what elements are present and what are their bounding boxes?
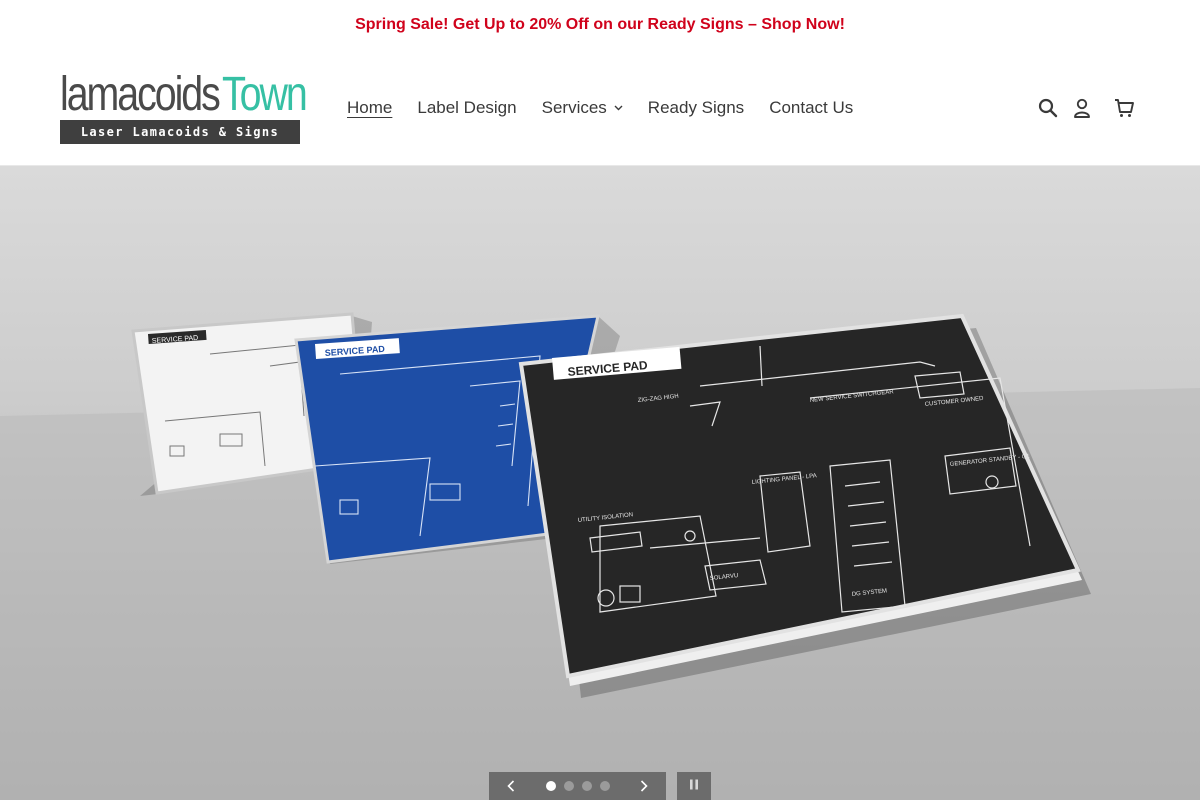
- nav-label-design[interactable]: Label Design: [417, 96, 516, 120]
- nav-contact-us[interactable]: Contact Us: [769, 96, 853, 120]
- nav-services-label: Services: [541, 98, 607, 117]
- hero-slideshow: SERVICE PAD SERVICE PAD SERVICE PAD ZIG-…: [0, 166, 1200, 800]
- slider-dot-3[interactable]: [581, 781, 592, 791]
- nav-services[interactable]: Services: [542, 96, 623, 120]
- slider-dot-1[interactable]: [545, 781, 556, 791]
- nav-home[interactable]: Home: [347, 96, 392, 120]
- slider-dots: [545, 781, 610, 791]
- hero-image: SERVICE PAD SERVICE PAD SERVICE PAD ZIG-…: [0, 166, 1200, 800]
- cart-icon[interactable]: [1113, 96, 1135, 120]
- slider-dot-2[interactable]: [563, 781, 574, 791]
- logo-tagline: Laser Lamacoids & Signs: [60, 120, 300, 144]
- logo-word-town: Town: [221, 68, 308, 121]
- chevron-left-icon[interactable]: [503, 778, 519, 794]
- logo-wordmark: lamacoids Town: [60, 68, 324, 121]
- logo-word-lamacoids: lamacoids: [60, 68, 221, 121]
- announcement-bar[interactable]: Spring Sale! Get Up to 20% Off on our Re…: [0, 0, 1200, 50]
- slider-dot-4[interactable]: [599, 781, 610, 791]
- chevron-right-icon[interactable]: [636, 778, 652, 794]
- site-header: lamacoids Town Laser Lamacoids & Signs H…: [0, 50, 1200, 166]
- main-nav: Home Label Design Services Ready Signs C…: [347, 96, 853, 120]
- account-icon[interactable]: [1071, 96, 1093, 120]
- header-icons: [1037, 96, 1135, 120]
- pause-icon: [689, 777, 699, 795]
- site-logo[interactable]: lamacoids Town Laser Lamacoids & Signs: [60, 71, 307, 144]
- chevron-down-icon: [614, 105, 623, 111]
- search-icon[interactable]: [1037, 96, 1059, 120]
- pause-button[interactable]: [677, 772, 711, 800]
- nav-ready-signs[interactable]: Ready Signs: [648, 96, 744, 120]
- slider-controls: [489, 772, 666, 800]
